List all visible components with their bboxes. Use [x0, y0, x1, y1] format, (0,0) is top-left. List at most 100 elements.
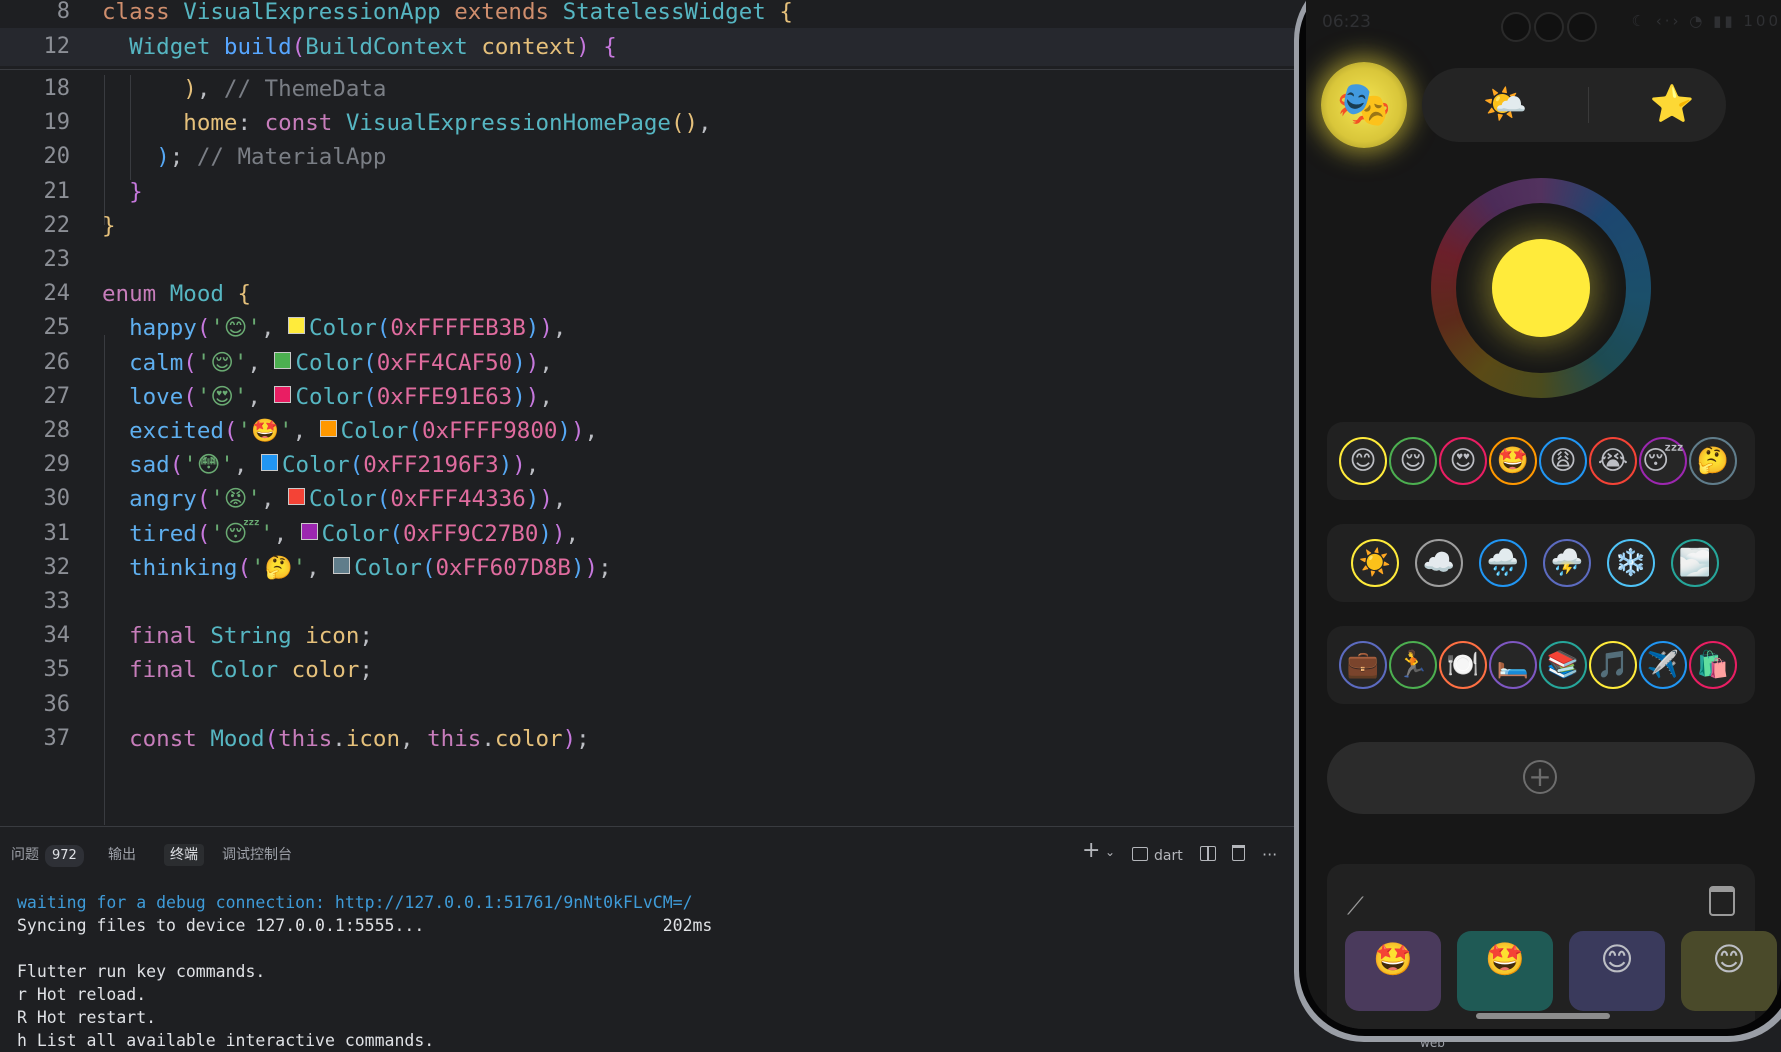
mood-chip[interactable]: 😩: [1539, 437, 1587, 485]
mood-chip[interactable]: 😊: [1339, 437, 1387, 485]
line-number[interactable]: 25: [0, 309, 71, 347]
code-line[interactable]: 22}: [0, 207, 1295, 245]
line-number[interactable]: 12: [0, 28, 71, 66]
line-number[interactable]: 33: [0, 583, 71, 621]
line-number[interactable]: 30: [0, 480, 71, 518]
line-number[interactable]: 22: [0, 207, 71, 245]
code-text[interactable]: calm('😌', Color(0xFF4CAF50)),: [102, 344, 553, 382]
activity-chip[interactable]: 🎵: [1589, 641, 1637, 689]
terminal-shell-selector[interactable]: dart: [1132, 844, 1183, 867]
line-number[interactable]: 31: [0, 515, 71, 553]
weather-chip[interactable]: ☁️: [1415, 539, 1463, 587]
tab-terminal[interactable]: 终端: [164, 844, 204, 866]
line-number[interactable]: 21: [0, 173, 71, 211]
code-text[interactable]: thinking('🤔', Color(0xFF607D8B));: [102, 549, 612, 587]
line-number[interactable]: 19: [0, 104, 71, 142]
favorites-mode-button[interactable]: ⭐: [1642, 78, 1702, 132]
code-line[interactable]: 28 excited('🤩', Color(0xFFFF9800)),: [0, 412, 1295, 450]
code-line[interactable]: 24 enum Mood {: [0, 275, 1295, 313]
line-number[interactable]: 37: [0, 720, 71, 758]
mood-chip[interactable]: 🤩: [1489, 437, 1537, 485]
line-number[interactable]: 24: [0, 275, 71, 313]
weather-chip[interactable]: 🌫️: [1671, 539, 1719, 587]
selected-mood-orb[interactable]: [1492, 239, 1590, 337]
code-line[interactable]: 18 ), // ThemeData: [0, 70, 1295, 108]
add-entry-button[interactable]: +: [1327, 742, 1755, 814]
code-text[interactable]: Widget build(BuildContext context) {: [102, 28, 617, 66]
code-text[interactable]: enum Mood {: [102, 275, 251, 313]
code-text[interactable]: angry('😡', Color(0xFFF44336)),: [102, 480, 566, 518]
sticky-code-line[interactable]: 12 Widget build(BuildContext context) {: [0, 28, 1295, 66]
code-line[interactable]: 32 thinking('🤔', Color(0xFF607D8B));: [0, 549, 1295, 587]
trend-icon[interactable]: ⟋: [1347, 892, 1364, 920]
code-line[interactable]: 35 final Color color;: [0, 651, 1295, 689]
code-line[interactable]: 36: [0, 686, 1295, 724]
code-text[interactable]: ); // MaterialApp: [102, 138, 386, 176]
mood-chip[interactable]: 🤔: [1689, 437, 1737, 485]
line-number[interactable]: 20: [0, 138, 71, 176]
code-editor[interactable]: 8 class VisualExpressionApp extends State…: [0, 0, 1295, 826]
tab-problems[interactable]: 问题 972: [11, 844, 84, 867]
activity-chip[interactable]: ✈️: [1639, 641, 1687, 689]
mood-chip[interactable]: 😍: [1439, 437, 1487, 485]
code-line[interactable]: 23: [0, 241, 1295, 279]
line-number[interactable]: 34: [0, 617, 71, 655]
line-number[interactable]: 36: [0, 686, 71, 724]
code-text[interactable]: love('😍', Color(0xFFE91E63)),: [102, 378, 553, 416]
chevron-down-icon[interactable]: ⌄: [1105, 841, 1115, 863]
weather-chip[interactable]: ☀️: [1351, 539, 1399, 587]
code-text[interactable]: tired('😴', Color(0xFF9C27B0)),: [102, 515, 579, 553]
code-line[interactable]: 31 tired('😴', Color(0xFF9C27B0)),: [0, 515, 1295, 553]
line-number[interactable]: 26: [0, 344, 71, 382]
history-entry[interactable]: 🤩: [1457, 931, 1553, 1011]
code-line[interactable]: 25 happy('😊', Color(0xFFFFEB3B)),: [0, 309, 1295, 347]
activity-chip[interactable]: 🏃: [1389, 641, 1437, 689]
weather-chip[interactable]: ⛈️: [1543, 539, 1591, 587]
code-text[interactable]: }: [102, 207, 116, 245]
activity-chip[interactable]: 🛏️: [1489, 641, 1537, 689]
code-text[interactable]: sad('😳', Color(0xFF2196F3)),: [102, 446, 539, 484]
activity-chip[interactable]: 📚: [1539, 641, 1587, 689]
code-line[interactable]: 26 calm('😌', Color(0xFF4CAF50)),: [0, 344, 1295, 382]
line-number[interactable]: 27: [0, 378, 71, 416]
weather-chip[interactable]: 🌧️: [1479, 539, 1527, 587]
mood-chip[interactable]: 😴: [1639, 437, 1687, 485]
code-line[interactable]: 19 home: const VisualExpressionHomePage(…: [0, 104, 1295, 142]
terminal-output[interactable]: waiting for a debug connection: http://1…: [17, 891, 712, 1052]
tab-debug-console[interactable]: 调试控制台: [222, 844, 292, 866]
weather-chip[interactable]: ❄️: [1607, 539, 1655, 587]
line-number[interactable]: 8: [0, 0, 70, 31]
history-entry[interactable]: 😊: [1681, 931, 1777, 1011]
code-text[interactable]: final Color color;: [102, 651, 373, 689]
code-line[interactable]: 33: [0, 583, 1295, 621]
code-text[interactable]: excited('🤩', Color(0xFFFF9800)),: [102, 412, 598, 450]
mood-chip[interactable]: 😭: [1589, 437, 1637, 485]
tab-output[interactable]: 输出: [108, 844, 136, 866]
code-text[interactable]: happy('😊', Color(0xFFFFEB3B)),: [102, 309, 566, 347]
history-entry[interactable]: 😊: [1569, 931, 1665, 1011]
code-line[interactable]: 30 angry('😡', Color(0xFFF44336)),: [0, 480, 1295, 518]
sticky-code-line[interactable]: 8 class VisualExpressionApp extends State…: [0, 0, 1295, 31]
activity-chip[interactable]: 🍽️: [1439, 641, 1487, 689]
more-actions-icon[interactable]: ···: [1262, 844, 1277, 866]
code-text[interactable]: ), // ThemeData: [102, 70, 386, 108]
code-line[interactable]: 21 }: [0, 173, 1295, 211]
activity-chip[interactable]: 💼: [1339, 641, 1387, 689]
code-line[interactable]: 27 love('😍', Color(0xFFE91E63)),: [0, 378, 1295, 416]
line-number[interactable]: 29: [0, 446, 71, 484]
code-text[interactable]: }: [102, 173, 143, 211]
code-text[interactable]: final String icon;: [102, 617, 373, 655]
weather-mode-button[interactable]: 🌤️: [1475, 78, 1535, 132]
new-terminal-button[interactable]: +: [1082, 840, 1100, 862]
code-line[interactable]: 34 final String icon;: [0, 617, 1295, 655]
line-number[interactable]: 35: [0, 651, 71, 689]
trash-icon[interactable]: [1232, 844, 1245, 866]
code-line[interactable]: 20 ); // MaterialApp: [0, 138, 1295, 176]
line-number[interactable]: 23: [0, 241, 71, 279]
terminal-line[interactable]: waiting for a debug connection: http://1…: [17, 891, 712, 914]
calendar-icon[interactable]: [1709, 886, 1735, 916]
line-number[interactable]: 28: [0, 412, 71, 450]
code-line[interactable]: 37 const Mood(this.icon, this.color);: [0, 720, 1295, 758]
mood-mode-button[interactable]: 🎭: [1321, 62, 1407, 148]
split-terminal-icon[interactable]: [1200, 844, 1216, 866]
